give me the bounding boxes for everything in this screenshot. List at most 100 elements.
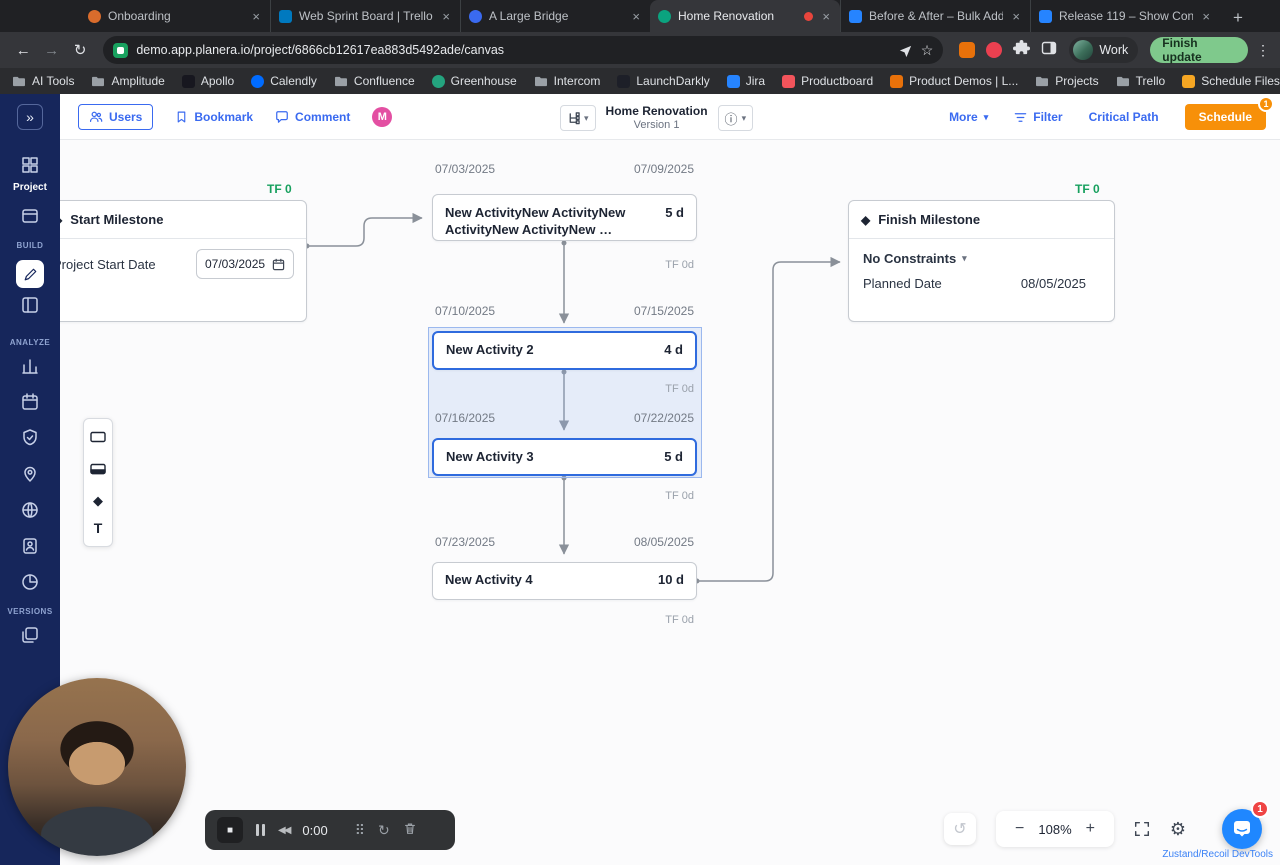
apps-grid-icon[interactable] — [17, 152, 43, 178]
activity-duration: 10 d — [657, 572, 684, 587]
tab-web-sprint-board[interactable]: Web Sprint Board | Trello × — [270, 0, 460, 32]
tab-release-119[interactable]: Release 119 – Show Conte × — [1030, 0, 1220, 32]
info-dropdown[interactable]: ⓘ ▾ — [717, 105, 754, 132]
project-board-icon[interactable] — [17, 203, 43, 229]
tab-before-after-bulk-add[interactable]: Before & After – Bulk Add × — [840, 0, 1030, 32]
bookmarks-bar: AI Tools Amplitude Apollo Calendly Confl… — [0, 68, 1280, 94]
tab-title: Before & After – Bulk Add — [869, 9, 1004, 23]
shield-icon[interactable] — [17, 425, 43, 451]
bookmark-intercom[interactable]: Intercom — [534, 74, 600, 88]
extension-icon[interactable] — [959, 42, 976, 58]
bar-chart-icon[interactable] — [17, 353, 43, 379]
user-card-icon[interactable] — [17, 533, 43, 559]
bookmark-schedule-files[interactable]: Schedule Files — [1182, 74, 1280, 88]
rewind-button[interactable]: ◀◀ — [278, 825, 291, 836]
browser-menu-icon[interactable]: ⋮ — [1256, 42, 1270, 59]
delete-recording-icon[interactable] — [403, 821, 417, 839]
finish-update-button[interactable]: Finish update — [1150, 36, 1248, 64]
shape-palette: ◆ T — [83, 418, 113, 547]
bookmark-confluence[interactable]: Confluence — [334, 74, 415, 88]
forward-button[interactable]: → — [38, 36, 64, 64]
hierarchy-dropdown[interactable]: ▾ — [560, 105, 596, 132]
tab-close-icon[interactable]: × — [820, 9, 832, 24]
start-milestone-node[interactable]: ◆ Start Milestone Project Start Date 07/… — [60, 200, 307, 322]
versions-copy-icon[interactable] — [17, 622, 43, 648]
activity-1-node[interactable]: New ActivityNew ActivityNew ActivityNew … — [432, 194, 697, 241]
schedule-button[interactable]: Schedule 1 — [1184, 96, 1274, 130]
tab-close-icon[interactable]: × — [1010, 9, 1022, 24]
settings-gear-icon[interactable]: ⚙ — [1162, 811, 1194, 847]
recording-time: 0:00 — [302, 822, 328, 838]
back-button[interactable]: ← — [10, 36, 36, 64]
side-panel-icon[interactable] — [1041, 40, 1057, 61]
start-date-field[interactable]: 07/03/2025 — [196, 249, 294, 279]
bookmark-launchdarkly[interactable]: LaunchDarkly — [617, 74, 710, 88]
sidebar-versions-label: VERSIONS — [7, 607, 53, 616]
activity-shape-tool[interactable] — [90, 430, 106, 448]
activity-3-node[interactable]: New Activity 3 5 d — [432, 438, 697, 476]
constraints-dropdown[interactable]: No Constraints ▾ — [849, 239, 1114, 266]
share-icon[interactable] — [898, 43, 913, 58]
bookmark-ai-tools[interactable]: AI Tools — [12, 74, 74, 88]
pause-recording-button[interactable] — [256, 824, 265, 836]
bookmark-button[interactable]: Bookmark — [175, 110, 253, 124]
critical-path-button[interactable]: Critical Path — [1089, 110, 1159, 124]
filter-button[interactable]: Filter — [1014, 110, 1063, 124]
restart-recording-icon[interactable]: ↻ — [378, 822, 390, 839]
more-button-label: More — [949, 110, 978, 124]
pencil-edit-icon[interactable] — [16, 260, 44, 288]
finish-milestone-node[interactable]: ◆ Finish Milestone No Constraints ▾ Plan… — [848, 200, 1115, 322]
project-start-date-label: Project Start Date — [60, 256, 156, 272]
user-avatar[interactable]: M — [372, 106, 393, 127]
bookmark-jira[interactable]: Jira — [726, 74, 765, 88]
zoom-in-icon[interactable]: + — [1086, 820, 1095, 838]
bookmark-greenhouse[interactable]: Greenhouse — [431, 74, 517, 88]
activity-4-node[interactable]: New Activity 4 10 d — [432, 562, 697, 600]
new-tab-button[interactable]: + — [1224, 4, 1252, 32]
bookmark-projects[interactable]: Projects — [1035, 74, 1099, 88]
project-canvas[interactable]: TF 0 ◆ Start Milestone Project Start Dat… — [60, 140, 1280, 865]
devtools-link[interactable]: Zustand/Recoil DevTools — [1162, 849, 1273, 860]
layout-icon[interactable] — [17, 292, 43, 318]
bookmark-productboard[interactable]: Productboard — [782, 74, 873, 88]
profile-chip[interactable]: Work — [1069, 37, 1139, 63]
fit-to-screen-button[interactable] — [1126, 813, 1158, 845]
more-button[interactable]: More ▾ — [949, 110, 988, 124]
stop-recording-button[interactable]: ■ — [217, 817, 243, 843]
globe-icon[interactable] — [17, 497, 43, 523]
task-shape-tool[interactable] — [90, 462, 106, 480]
undo-button[interactable]: ↺ — [944, 813, 976, 845]
tab-close-icon[interactable]: × — [250, 9, 262, 24]
location-pin-icon[interactable] — [17, 461, 43, 487]
extension-icon[interactable] — [986, 42, 1003, 58]
milestone-shape-tool[interactable]: ◆ — [93, 494, 103, 507]
bookmark-amplitude[interactable]: Amplitude — [91, 74, 165, 88]
zoom-level[interactable]: 108% — [1038, 822, 1071, 837]
tab-home-renovation[interactable]: Home Renovation × — [650, 0, 840, 32]
reload-button[interactable]: ↻ — [67, 36, 93, 64]
sidebar-expand-button[interactable]: » — [17, 104, 43, 130]
users-button[interactable]: Users — [78, 103, 154, 130]
bookmark-product-demos[interactable]: Product Demos | L... — [890, 74, 1018, 88]
profile-avatar — [1073, 40, 1094, 60]
text-tool[interactable]: T — [94, 521, 103, 535]
tab-onboarding[interactable]: Onboarding × — [80, 0, 270, 32]
bookmark-star-icon[interactable]: ☆ — [921, 42, 934, 59]
activity-2-node[interactable]: New Activity 2 4 d — [432, 331, 697, 370]
bookmark-apollo[interactable]: Apollo — [181, 74, 234, 88]
bookmark-calendly[interactable]: Calendly — [251, 74, 317, 88]
bookmark-trello[interactable]: Trello — [1116, 74, 1165, 88]
webcam-overlay[interactable] — [8, 678, 186, 856]
drag-grid-icon[interactable]: ⠿ — [355, 822, 365, 839]
activity-title: New ActivityNew ActivityNew ActivityNew … — [445, 205, 626, 237]
calendar-icon[interactable] — [17, 389, 43, 415]
puzzle-icon[interactable] — [1013, 39, 1031, 61]
tab-close-icon[interactable]: × — [1200, 9, 1212, 24]
tab-a-large-bridge[interactable]: A Large Bridge × — [460, 0, 650, 32]
tab-close-icon[interactable]: × — [630, 9, 642, 24]
zoom-out-icon[interactable]: − — [1015, 820, 1024, 838]
pie-chart-icon[interactable] — [17, 569, 43, 595]
tab-close-icon[interactable]: × — [440, 9, 452, 24]
address-bar[interactable]: demo.app.planera.io/project/6866cb12617e… — [103, 36, 944, 64]
comment-button[interactable]: Comment — [275, 110, 350, 124]
